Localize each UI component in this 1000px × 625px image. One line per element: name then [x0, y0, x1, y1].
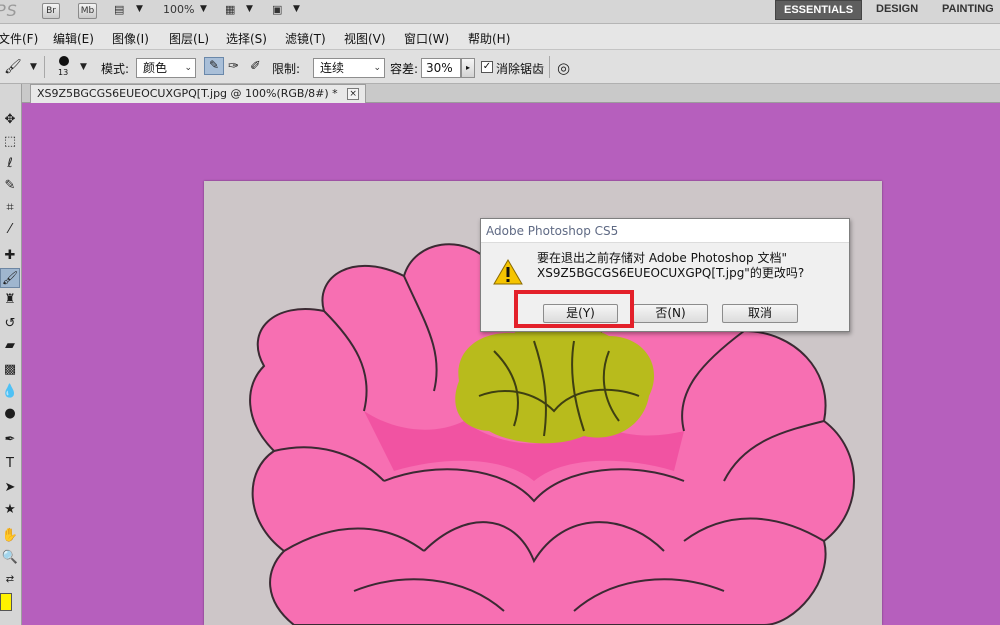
workspace-design[interactable]: DESIGN	[868, 0, 926, 20]
arrange-caret-icon[interactable]: ▼	[246, 4, 253, 14]
color-replacement-tool-icon[interactable]: 🖌	[4, 59, 22, 75]
chevron-down-icon: ⌄	[373, 63, 381, 73]
photoshop-logo: PS	[0, 1, 18, 20]
menu-edit[interactable]: 编辑(E)	[53, 30, 94, 47]
swap-colors-icon[interactable]: ⇄	[0, 570, 20, 590]
brush-size: 13	[58, 68, 69, 77]
dialog-message-line-2: XS9Z5BGCGS6EUEOCUXGPQ[T.jpg"的更改吗?	[537, 266, 805, 280]
menu-image[interactable]: 图像(I)	[112, 30, 149, 47]
mode-select-value: 颜色	[143, 61, 168, 75]
view-extras-caret-icon[interactable]: ▼	[136, 4, 143, 14]
crop-tool-icon[interactable]: ⌗	[0, 198, 20, 218]
gradient-tool-icon[interactable]: ▩	[0, 360, 20, 380]
blur-tool-icon[interactable]: 💧	[0, 382, 20, 402]
menu-filter[interactable]: 滤镜(T)	[285, 30, 326, 47]
dodge-tool-icon[interactable]: ●	[0, 404, 20, 424]
close-icon[interactable]: ×	[347, 88, 360, 100]
marquee-tool-icon[interactable]: ⬚	[0, 132, 20, 152]
tolerance-input[interactable]: 30%	[421, 58, 461, 78]
document-tab-strip: XS9Z5BGCGS6EUEOCUXGPQ[T.jpg @ 100%(RGB/8…	[22, 84, 1000, 103]
screen-mode-caret-icon[interactable]: ▼	[293, 4, 300, 14]
no-button[interactable]: 否(N)	[633, 304, 708, 323]
screen-mode-icon[interactable]: ▣	[272, 3, 282, 16]
brush-tip-icon[interactable]	[59, 56, 69, 66]
menu-file[interactable]: 文件(F)	[0, 30, 38, 47]
document-tab-title: XS9Z5BGCGS6EUEOCUXGPQ[T.jpg @ 100%(RGB/8…	[37, 87, 338, 100]
zoom-tool-icon[interactable]: 🔍	[0, 548, 20, 568]
limit-label: 限制:	[272, 62, 301, 76]
history-brush-tool-icon[interactable]: ↺	[0, 314, 20, 334]
color-replacement-brush-tool-icon[interactable]: 🖌	[0, 268, 20, 288]
lasso-tool-icon[interactable]: ℓ	[0, 154, 20, 174]
shape-tool-icon[interactable]: ★	[0, 500, 20, 520]
healing-brush-tool-icon[interactable]: ✚	[0, 246, 20, 266]
mode-select[interactable]: 颜色 ⌄	[136, 58, 196, 78]
separator	[44, 56, 45, 78]
sampling-background-swatch-icon[interactable]: ✐	[250, 59, 261, 74]
tools-panel: ✥ ⬚ ℓ ✎ ⌗ ⁄ ✚ 🖌 ♜ ↺ ▰ ▩ 💧 ● ✒ T ➤ ★ ✋ 🔍 …	[0, 84, 22, 625]
document-tab[interactable]: XS9Z5BGCGS6EUEOCUXGPQ[T.jpg @ 100%(RGB/8…	[30, 84, 367, 103]
limit-select-value: 连续	[320, 61, 345, 75]
sampling-continuous-icon[interactable]: ✎	[204, 57, 224, 75]
yes-button-highlight-box	[514, 290, 634, 328]
tolerance-slider-toggle[interactable]: ▸	[461, 58, 475, 78]
eraser-tool-icon[interactable]: ▰	[0, 336, 20, 356]
menu-view[interactable]: 视图(V)	[344, 30, 386, 47]
bridge-button[interactable]: Br	[42, 3, 60, 19]
quick-selection-tool-icon[interactable]: ✎	[0, 176, 20, 196]
pen-tool-icon[interactable]: ✒	[0, 430, 20, 450]
chevron-down-icon: ⌄	[184, 63, 192, 73]
menu-layer[interactable]: 图层(L)	[169, 30, 209, 47]
mini-bridge-button[interactable]: Mb	[78, 3, 97, 19]
mode-label: 模式:	[101, 62, 130, 76]
eyedropper-tool-icon[interactable]: ⁄	[0, 220, 20, 240]
menu-window[interactable]: 窗口(W)	[404, 30, 449, 47]
tolerance-value: 30%	[426, 61, 453, 75]
arrange-documents-icon[interactable]: ▦	[225, 3, 235, 16]
tolerance-label: 容差:	[390, 62, 419, 76]
tablet-pressure-icon[interactable]: ◎	[557, 59, 570, 77]
move-tool-icon[interactable]: ✥	[0, 110, 20, 130]
dialog-message-line-1: 要在退出之前存储对 Adobe Photoshop 文档"	[537, 251, 787, 265]
dialog-message: 要在退出之前存储对 Adobe Photoshop 文档" XS9Z5BGCGS…	[537, 251, 804, 281]
sampling-once-icon[interactable]: ✑	[228, 59, 239, 74]
menu-help[interactable]: 帮助(H)	[468, 30, 510, 47]
separator	[549, 56, 550, 78]
menu-select[interactable]: 选择(S)	[226, 30, 267, 47]
cancel-button[interactable]: 取消	[722, 304, 798, 323]
zoom-caret-icon[interactable]: ▼	[200, 4, 207, 14]
path-selection-tool-icon[interactable]: ➤	[0, 478, 20, 498]
antialias-label: 消除锯齿	[496, 62, 545, 76]
options-bar: 🖌 ▼ 13 ▼ 模式: 颜色 ⌄ ✎ ✑ ✐ 限制: 连续 ⌄ 容差: 30%…	[0, 50, 1000, 84]
tool-preset-caret-icon[interactable]: ▼	[30, 62, 37, 72]
dialog-title: Adobe Photoshop CS5	[481, 219, 849, 243]
clone-stamp-tool-icon[interactable]: ♜	[0, 290, 20, 310]
limit-select[interactable]: 连续 ⌄	[313, 58, 385, 78]
type-tool-icon[interactable]: T	[0, 454, 20, 474]
workspace-essentials[interactable]: ESSENTIALS	[775, 0, 863, 20]
application-bar: PS Br Mb ▤ ▼ 100% ▼ ▦ ▼ ▣ ▼ ESSENTIALS D…	[0, 0, 1000, 24]
warning-icon	[493, 259, 523, 285]
hand-tool-icon[interactable]: ✋	[0, 526, 20, 546]
brush-picker-caret-icon[interactable]: ▼	[80, 62, 87, 72]
view-extras-icon[interactable]: ▤	[114, 3, 124, 16]
foreground-color-swatch[interactable]	[0, 593, 12, 611]
menu-bar: 文件(F) 编辑(E) 图像(I) 图层(L) 选择(S) 滤镜(T) 视图(V…	[0, 24, 1000, 50]
zoom-level[interactable]: 100%	[163, 3, 194, 16]
antialias-checkbox[interactable]: ✓	[481, 61, 493, 73]
workspace-painting[interactable]: PAINTING	[934, 0, 1000, 20]
